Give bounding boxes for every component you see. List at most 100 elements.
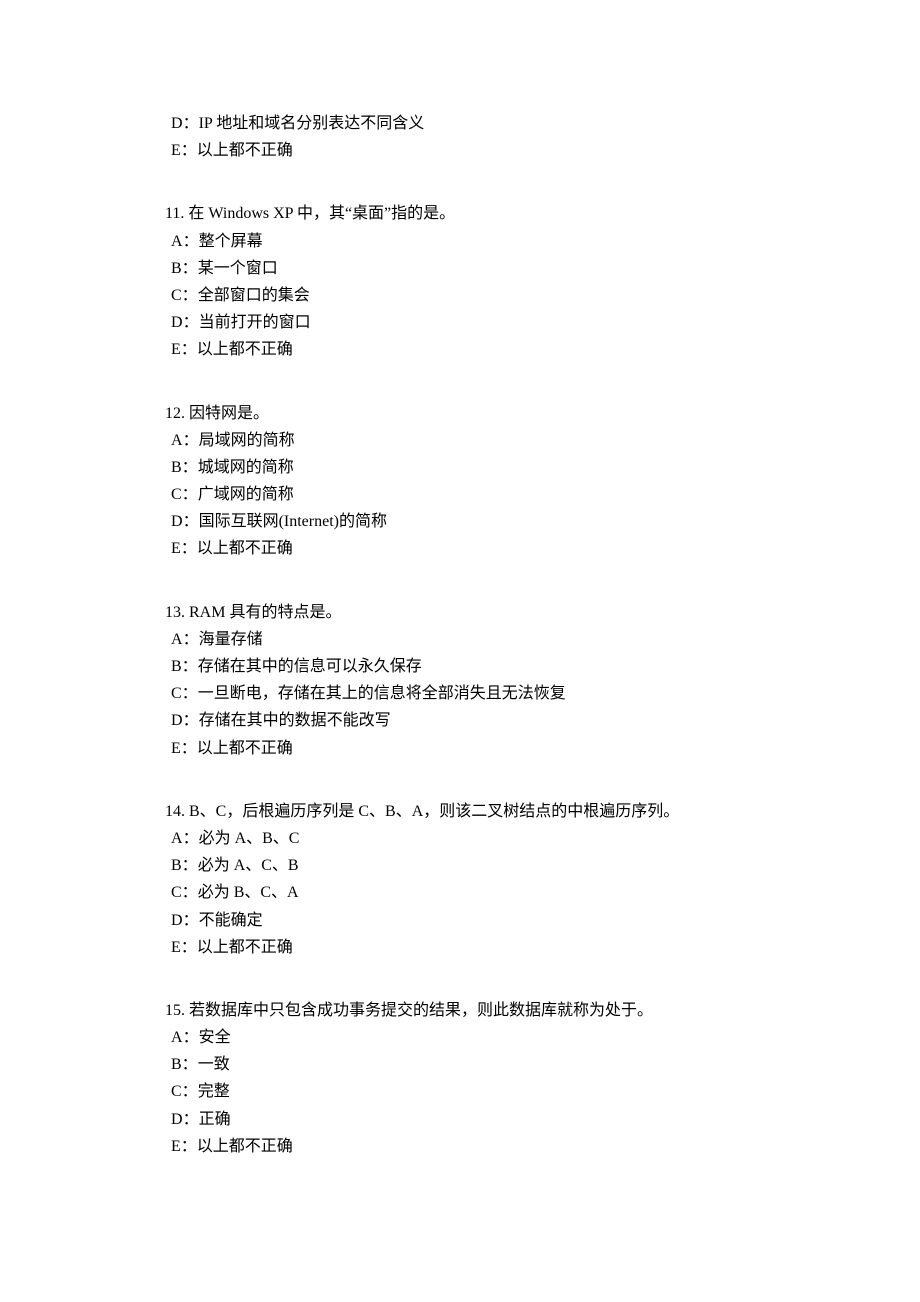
question-stem: 14. B、C，后根遍历序列是 C、B、A，则该二叉树结点的中根遍历序列。 bbox=[165, 798, 755, 825]
option-text: 安全 bbox=[199, 1029, 231, 1046]
option-label: D bbox=[171, 712, 183, 729]
option-label: E bbox=[171, 540, 181, 557]
option-text: 一致 bbox=[198, 1056, 230, 1073]
option-row: E：以上都不正确 bbox=[165, 1133, 755, 1160]
option-row: D：IP 地址和域名分别表达不同含义 bbox=[165, 110, 755, 137]
option-row: E：以上都不正确 bbox=[165, 535, 755, 562]
option-text: 当前打开的窗口 bbox=[199, 314, 311, 331]
option-label: D bbox=[171, 115, 183, 132]
option-label: C bbox=[171, 287, 182, 304]
option-text: 全部窗口的集会 bbox=[198, 287, 310, 304]
option-row: D：不能确定 bbox=[165, 907, 755, 934]
question-text: B、C，后根遍历序列是 C、B、A，则该二叉树结点的中根遍历序列。 bbox=[185, 803, 679, 820]
page-container: D：IP 地址和域名分别表达不同含义 E：以上都不正确 11. 在 Window… bbox=[0, 0, 920, 1302]
option-text: 存储在其中的信息可以永久保存 bbox=[198, 658, 422, 675]
question-text: RAM 具有的特点是。 bbox=[185, 604, 341, 621]
question-number: 13. bbox=[165, 604, 185, 621]
option-text: 国际互联网(Internet)的简称 bbox=[199, 513, 387, 530]
option-row: A：局域网的简称 bbox=[165, 427, 755, 454]
option-label: E bbox=[171, 1138, 181, 1155]
option-label: A bbox=[171, 432, 183, 449]
leading-options-block: D：IP 地址和域名分别表达不同含义 E：以上都不正确 bbox=[165, 110, 755, 164]
option-label: B bbox=[171, 857, 182, 874]
option-label: B bbox=[171, 1056, 182, 1073]
option-label: C bbox=[171, 1083, 182, 1100]
option-text: 整个屏幕 bbox=[199, 233, 263, 250]
option-text: 以上都不正确 bbox=[197, 142, 293, 159]
option-label: A bbox=[171, 1029, 183, 1046]
option-text: 海量存储 bbox=[199, 631, 263, 648]
question-12: 12. 因特网是。 A：局域网的简称 B：城域网的简称 C：广域网的简称 D：国… bbox=[165, 400, 755, 563]
option-label: B bbox=[171, 658, 182, 675]
option-text: 城域网的简称 bbox=[198, 459, 294, 476]
option-row: A：整个屏幕 bbox=[165, 228, 755, 255]
option-row: E：以上都不正确 bbox=[165, 735, 755, 762]
option-row: C：完整 bbox=[165, 1078, 755, 1105]
question-number: 15. bbox=[165, 1002, 185, 1019]
option-label: C bbox=[171, 884, 182, 901]
option-text: 以上都不正确 bbox=[197, 540, 293, 557]
option-label: E bbox=[171, 142, 181, 159]
option-row: A：安全 bbox=[165, 1024, 755, 1051]
option-row: D：存储在其中的数据不能改写 bbox=[165, 707, 755, 734]
option-row: D：正确 bbox=[165, 1106, 755, 1133]
option-text: 局域网的简称 bbox=[199, 432, 295, 449]
question-14: 14. B、C，后根遍历序列是 C、B、A，则该二叉树结点的中根遍历序列。 A：… bbox=[165, 798, 755, 961]
option-text: 完整 bbox=[198, 1083, 230, 1100]
option-label: C bbox=[171, 486, 182, 503]
question-stem: 15. 若数据库中只包含成功事务提交的结果，则此数据库就称为处于。 bbox=[165, 997, 755, 1024]
option-row: A：海量存储 bbox=[165, 626, 755, 653]
option-row: B：城域网的简称 bbox=[165, 454, 755, 481]
option-text: 一旦断电，存储在其上的信息将全部消失且无法恢复 bbox=[198, 685, 566, 702]
option-label: D bbox=[171, 513, 183, 530]
option-text: 存储在其中的数据不能改写 bbox=[199, 712, 391, 729]
option-label: D bbox=[171, 1111, 183, 1128]
question-11: 11. 在 Windows XP 中，其“桌面”指的是。 A：整个屏幕 B：某一… bbox=[165, 200, 755, 363]
option-row: D：国际互联网(Internet)的简称 bbox=[165, 508, 755, 535]
question-text: 若数据库中只包含成功事务提交的结果，则此数据库就称为处于。 bbox=[185, 1002, 653, 1019]
option-row: B：某一个窗口 bbox=[165, 255, 755, 282]
question-15: 15. 若数据库中只包含成功事务提交的结果，则此数据库就称为处于。 A：安全 B… bbox=[165, 997, 755, 1160]
option-row: B：一致 bbox=[165, 1051, 755, 1078]
option-row: B：存储在其中的信息可以永久保存 bbox=[165, 653, 755, 680]
option-label: A bbox=[171, 631, 183, 648]
option-label: E bbox=[171, 341, 181, 358]
option-label: E bbox=[171, 939, 181, 956]
option-row: C：广域网的简称 bbox=[165, 481, 755, 508]
question-number: 12. bbox=[165, 405, 185, 422]
option-row: C：必为 B、C、A bbox=[165, 879, 755, 906]
question-number: 11. bbox=[165, 205, 184, 222]
option-row: E：以上都不正确 bbox=[165, 137, 755, 164]
question-number: 14. bbox=[165, 803, 185, 820]
question-text: 因特网是。 bbox=[185, 405, 269, 422]
option-label: B bbox=[171, 459, 182, 476]
option-text: 正确 bbox=[199, 1111, 231, 1128]
option-text: 必为 B、C、A bbox=[198, 884, 299, 901]
option-text: 以上都不正确 bbox=[197, 341, 293, 358]
option-text: 以上都不正确 bbox=[197, 740, 293, 757]
option-text: IP 地址和域名分别表达不同含义 bbox=[199, 115, 425, 132]
option-row: A：必为 A、B、C bbox=[165, 825, 755, 852]
option-row: C：一旦断电，存储在其上的信息将全部消失且无法恢复 bbox=[165, 680, 755, 707]
question-stem: 12. 因特网是。 bbox=[165, 400, 755, 427]
question-13: 13. RAM 具有的特点是。 A：海量存储 B：存储在其中的信息可以永久保存 … bbox=[165, 599, 755, 762]
option-label: A bbox=[171, 830, 183, 847]
question-stem: 11. 在 Windows XP 中，其“桌面”指的是。 bbox=[165, 200, 755, 227]
option-text: 不能确定 bbox=[199, 912, 263, 929]
option-row: D：当前打开的窗口 bbox=[165, 309, 755, 336]
option-text: 某一个窗口 bbox=[198, 260, 278, 277]
option-label: E bbox=[171, 740, 181, 757]
option-text: 广域网的简称 bbox=[198, 486, 294, 503]
option-row: E：以上都不正确 bbox=[165, 336, 755, 363]
option-row: E：以上都不正确 bbox=[165, 934, 755, 961]
option-row: C：全部窗口的集会 bbox=[165, 282, 755, 309]
option-text: 以上都不正确 bbox=[197, 1138, 293, 1155]
option-text: 必为 A、C、B bbox=[198, 857, 299, 874]
option-text: 必为 A、B、C bbox=[199, 830, 300, 847]
option-label: D bbox=[171, 314, 183, 331]
question-stem: 13. RAM 具有的特点是。 bbox=[165, 599, 755, 626]
option-label: D bbox=[171, 912, 183, 929]
option-text: 以上都不正确 bbox=[197, 939, 293, 956]
option-label: A bbox=[171, 233, 183, 250]
option-label: C bbox=[171, 685, 182, 702]
